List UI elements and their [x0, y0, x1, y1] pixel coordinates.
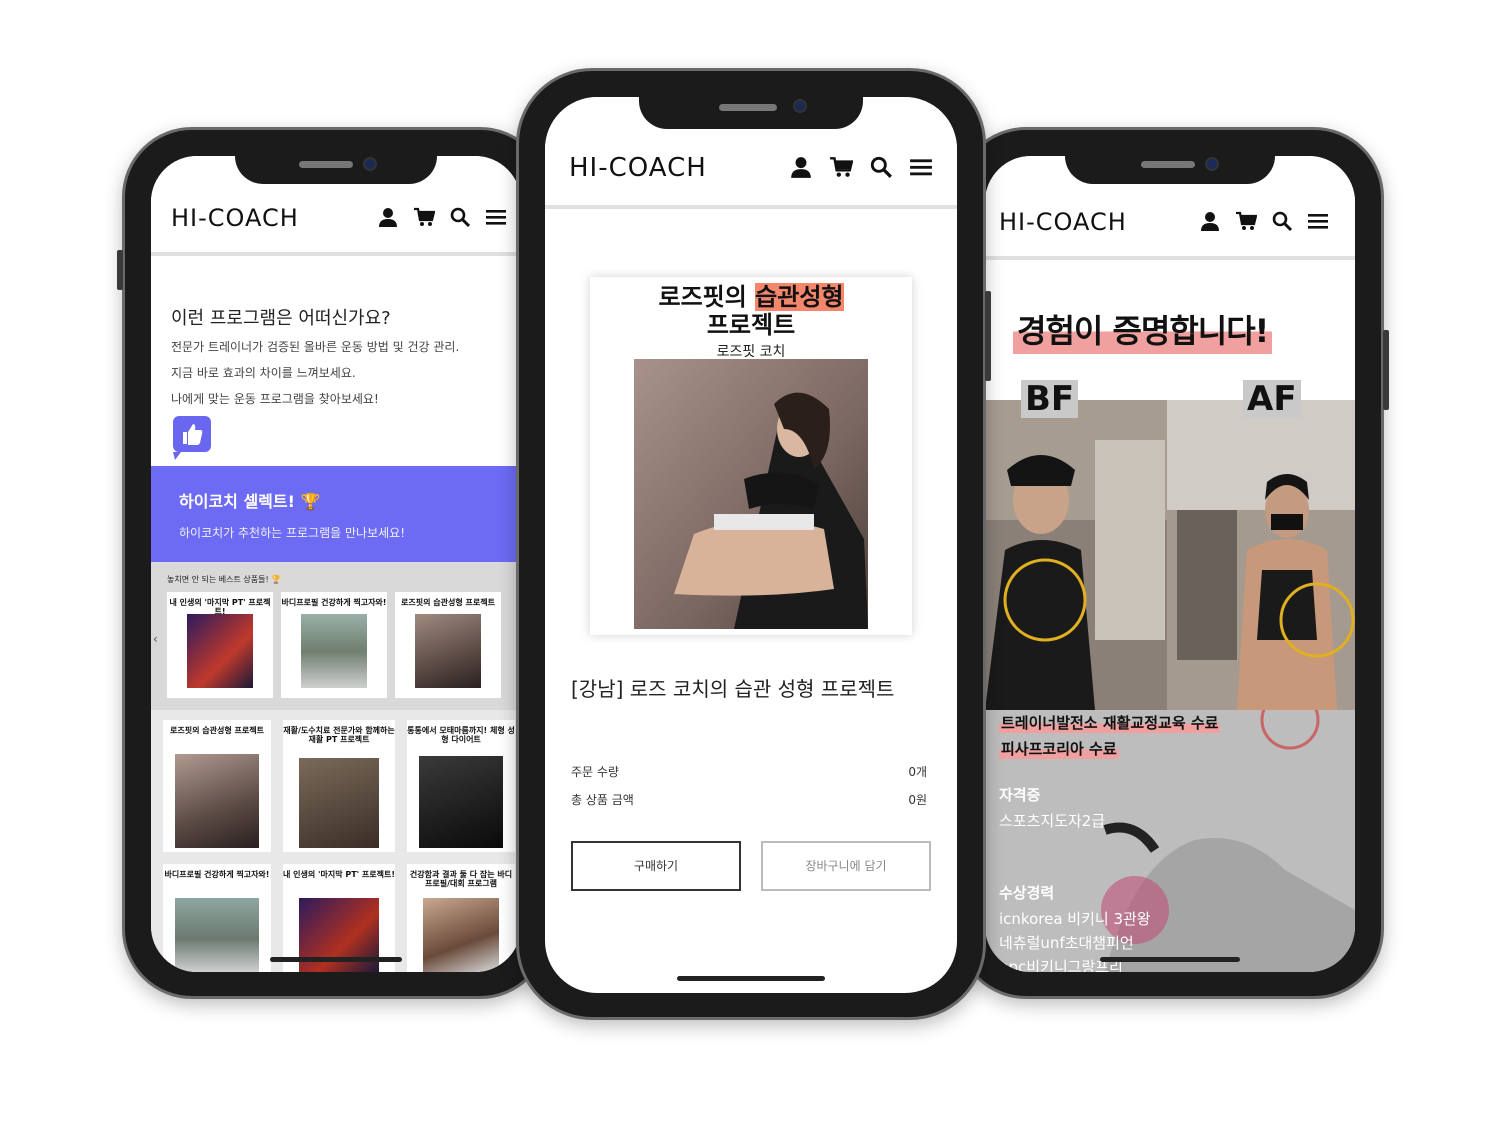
- select-subtitle: 하이코치가 추천하는 프로그램을 만나보세요!: [179, 526, 406, 540]
- product-card[interactable]: 재활/도수치료 전문가와 함께하는 재활 PT 프로젝트: [283, 720, 395, 852]
- phone-right: HI-COACH 경험이 증명합니다! BF AF 트레이너발전소 재활교정교육…: [956, 127, 1389, 999]
- certificate-item: 피사프코리아 수료: [999, 738, 1119, 759]
- screen-left: HI-COACH 이런 프로그램은 어떠신가요? 전문가 트레이너가 검증된 올…: [151, 156, 521, 972]
- buy-button[interactable]: 구매하기: [571, 841, 741, 891]
- award-item: icnkorea 비키니 3관왕: [999, 910, 1151, 928]
- user-icon[interactable]: [789, 155, 813, 179]
- certificate-item: 트레이너발전소 재활교정교육 수료: [999, 712, 1221, 733]
- quantity-value: 0개: [908, 765, 927, 779]
- best-products: 놓치면 안 되는 베스트 상품들! 🏆 ‹ 내 인생의 '마지막 PT' 프로젝…: [151, 562, 521, 710]
- product-card[interactable]: 내 인생의 '마지막 PT' 프로젝트!: [283, 864, 395, 972]
- logo[interactable]: HI-COACH: [999, 208, 1127, 236]
- select-title: 하이코치 셀렉트! 🏆: [179, 492, 321, 511]
- experience-headline: 경험이 증명합니다!: [1013, 304, 1273, 354]
- search-icon[interactable]: [449, 206, 471, 228]
- cart-icon[interactable]: [829, 155, 853, 179]
- after-label: AF: [1243, 380, 1301, 418]
- logo[interactable]: HI-COACH: [569, 153, 707, 183]
- search-icon[interactable]: [869, 155, 893, 179]
- product-card[interactable]: 바디프로필 건강하게 찍고자와!: [281, 592, 387, 698]
- before-photo: [985, 400, 1167, 710]
- product-card[interactable]: 통통에서 모태마름까지! 체형 성형 다이어트: [407, 720, 515, 852]
- intro-title: 이런 프로그램은 어떠신가요?: [171, 308, 391, 329]
- search-icon[interactable]: [1271, 210, 1293, 232]
- profile-section: 트레이너발전소 재활교정교육 수료 피사프코리아 수료 자격증 스포츠지도자2급…: [985, 710, 1355, 972]
- intro-line: 나에게 맞는 운동 프로그램을 찾아보세요!: [171, 392, 379, 406]
- menu-icon[interactable]: [1307, 210, 1329, 232]
- intro-line: 전문가 트레이너가 검증된 올바른 운동 방법 및 건강 관리.: [171, 340, 460, 354]
- product-image-card: 로즈핏의 습관성형 프로젝트 로즈핏 코치: [590, 277, 912, 635]
- license-text: 스포츠지도자2급: [999, 812, 1106, 830]
- product-grid: 로즈핏의 습관성형 프로젝트 재활/도수치료 전문가와 함께하는 재활 PT 프…: [151, 710, 521, 972]
- user-icon[interactable]: [1199, 210, 1221, 232]
- chevron-left-icon[interactable]: ‹: [153, 632, 158, 646]
- after-photo: [1167, 400, 1355, 710]
- card-coach: 로즈핏 코치: [716, 344, 786, 360]
- award-item: 네츄럴unf초대챔피언: [999, 934, 1134, 952]
- notch: [639, 97, 863, 129]
- best-label: 놓치면 안 되는 베스트 상품들! 🏆: [167, 575, 282, 584]
- phone-left: HI-COACH 이런 프로그램은 어떠신가요? 전문가 트레이너가 검증된 올…: [117, 127, 550, 999]
- add-to-cart-button[interactable]: 장바구니에 담기: [761, 841, 931, 891]
- before-label: BF: [1021, 380, 1079, 418]
- cart-icon[interactable]: [413, 206, 435, 228]
- card-headline: 로즈핏의 습관성형 프로젝트: [658, 283, 844, 339]
- cart-icon[interactable]: [1235, 210, 1257, 232]
- product-card[interactable]: 로즈핏의 습관성형 프로젝트: [163, 720, 271, 852]
- notch: [235, 156, 437, 184]
- intro-line: 지금 바로 효과의 차이를 느껴보세요.: [171, 366, 356, 380]
- trophy-icon: 🏆: [300, 492, 321, 511]
- screen-center: HI-COACH 로즈핏의 습관성형 프로젝트 로즈핏 코치 [강남] 로즈 코…: [545, 97, 957, 993]
- product-card[interactable]: 바디프로필 건강하게 찍고자와!: [163, 864, 271, 972]
- thumbs-up-icon: [173, 416, 211, 460]
- total-price-label: 총 상품 금액: [571, 793, 634, 807]
- menu-icon[interactable]: [909, 155, 933, 179]
- license-title: 자격증: [999, 786, 1041, 804]
- user-icon[interactable]: [377, 206, 399, 228]
- phone-center: HI-COACH 로즈핏의 습관성형 프로젝트 로즈핏 코치 [강남] 로즈 코…: [516, 68, 991, 1020]
- screen-right: HI-COACH 경험이 증명합니다! BF AF 트레이너발전소 재활교정교육…: [985, 156, 1355, 972]
- notch: [1065, 156, 1275, 184]
- product-card[interactable]: 로즈핏의 습관성형 프로젝트: [395, 592, 501, 698]
- total-price-value: 0원: [908, 793, 927, 807]
- product-name: [강남] 로즈 코치의 습관 성형 프로젝트: [571, 677, 895, 701]
- product-card[interactable]: 건강함과 결과 둘 다 잡는 바디프로필/대회 프로그램: [407, 864, 515, 972]
- menu-icon[interactable]: [485, 206, 507, 228]
- product-photo: [634, 359, 868, 629]
- select-banner[interactable]: 하이코치 셀렉트! 🏆 하이코치가 추천하는 프로그램을 만나보세요!: [151, 466, 521, 562]
- awards-title: 수상경력: [999, 884, 1055, 902]
- logo[interactable]: HI-COACH: [171, 204, 299, 232]
- product-card[interactable]: 내 인생의 '마지막 PT' 프로젝트!: [167, 592, 273, 698]
- quantity-label: 주문 수량: [571, 765, 619, 779]
